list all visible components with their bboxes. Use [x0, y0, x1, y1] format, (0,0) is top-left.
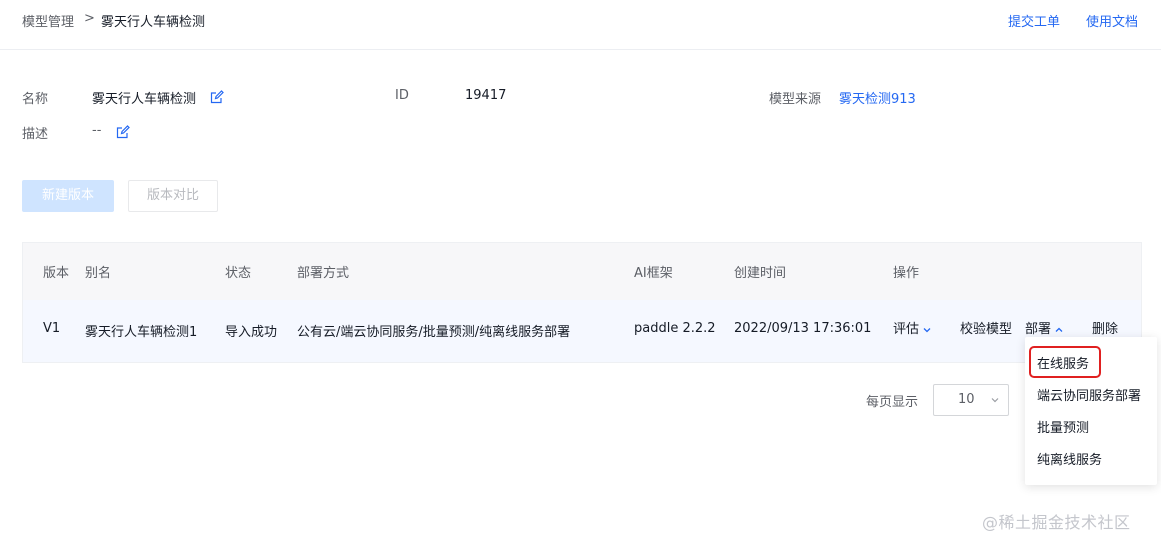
deploy-label: 部署 [1025, 322, 1052, 337]
edit-name-icon[interactable] [210, 90, 224, 108]
compare-versions-button[interactable]: 版本对比 [128, 180, 218, 212]
evaluate-button[interactable]: 评估 [893, 318, 932, 337]
menu-item-online-service[interactable]: 在线服务 [1037, 353, 1089, 372]
chevron-down-icon [991, 398, 999, 403]
cell-created: 2022/09/13 17:36:01 [734, 321, 872, 336]
top-bar: 模型管理 > 雾天行人车辆检测 提交工单 使用文档 [0, 0, 1161, 50]
breadcrumb-separator: > [84, 11, 95, 26]
header-created: 创建时间 [734, 266, 787, 281]
breadcrumb-parent[interactable]: 模型管理 [22, 11, 74, 30]
new-version-button[interactable]: 新建版本 [22, 180, 114, 212]
desc-value: -- [92, 123, 102, 138]
validate-model-button[interactable]: 校验模型 [960, 318, 1012, 337]
menu-item-batch-predict[interactable]: 批量预测 [1037, 417, 1089, 436]
chevron-down-icon [923, 327, 931, 332]
evaluate-label: 评估 [893, 322, 920, 337]
source-link[interactable]: 雾天检测913 [839, 88, 916, 107]
menu-item-edge-cloud[interactable]: 端云协同服务部署 [1037, 385, 1141, 404]
cell-status: 导入成功 [225, 325, 278, 340]
delete-button[interactable]: 删除 [1092, 318, 1118, 337]
edit-desc-icon[interactable] [116, 125, 130, 143]
source-label: 模型来源 [769, 92, 822, 107]
table-row: V1 雾天行人车辆检测1 导入成功 公有云/端云协同服务/批量预测/纯离线服务部… [23, 300, 1141, 362]
versions-table: 版本 别名 状态 部署方式 AI框架 创建时间 操作 V1 雾天行人车辆检测1 … [22, 242, 1142, 363]
header-framework: AI框架 [634, 266, 673, 281]
docs-link[interactable]: 使用文档 [1086, 11, 1138, 30]
watermark: @稀土掘金技术社区 [982, 513, 1131, 532]
per-page-label: 每页显示 [866, 395, 919, 410]
submit-ticket-link[interactable]: 提交工单 [1008, 11, 1060, 30]
header-status: 状态 [225, 266, 252, 281]
header-alias: 别名 [85, 266, 112, 281]
header-actions: 操作 [893, 266, 920, 281]
page-title: 雾天行人车辆检测 [101, 15, 206, 30]
name-value: 雾天行人车辆检测 [92, 92, 197, 107]
cell-version: V1 [43, 321, 61, 336]
header-version: 版本 [43, 266, 70, 281]
deploy-button[interactable]: 部署 [1025, 318, 1064, 337]
chevron-up-icon [1055, 327, 1063, 332]
deploy-dropdown-menu: 在线服务 端云协同服务部署 批量预测 纯离线服务 [1025, 337, 1157, 485]
desc-label: 描述 [22, 127, 49, 142]
menu-item-offline-service[interactable]: 纯离线服务 [1037, 449, 1102, 468]
table-header: 版本 别名 状态 部署方式 AI框架 创建时间 操作 [23, 243, 1141, 300]
cell-alias: 雾天行人车辆检测1 [85, 325, 198, 340]
per-page-select[interactable]: 10 [933, 384, 1009, 416]
cell-framework: paddle 2.2.2 [634, 321, 716, 336]
id-value: 19417 [465, 88, 507, 103]
id-label: ID [395, 88, 409, 103]
header-deploy: 部署方式 [297, 266, 350, 281]
name-label: 名称 [22, 92, 49, 107]
cell-deploy: 公有云/端云协同服务/批量预测/纯离线服务部署 [297, 325, 571, 340]
per-page-value: 10 [958, 392, 975, 407]
